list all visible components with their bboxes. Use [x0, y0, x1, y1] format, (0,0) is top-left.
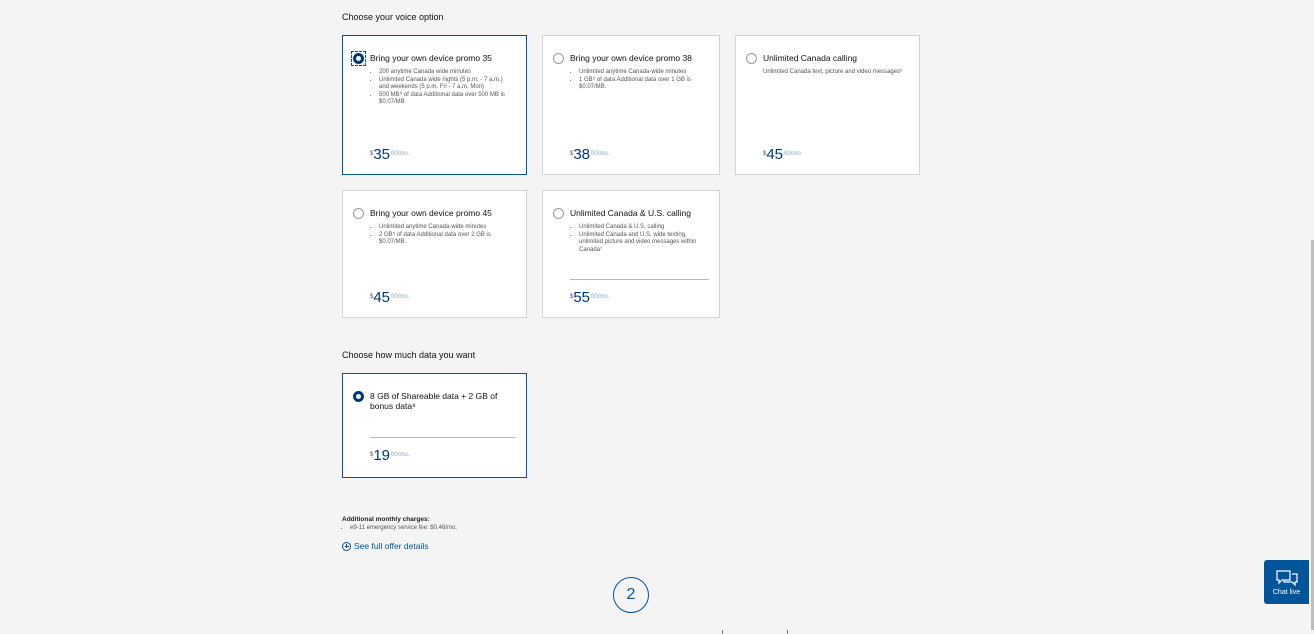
- plus-circle-icon: [342, 541, 351, 551]
- divider-mark: [787, 630, 788, 634]
- voice-option-radio[interactable]: [353, 208, 364, 219]
- voice-option-features: Unlimited anytime Canada-wide minutes 2 …: [371, 224, 512, 247]
- feature-item: 200 anytime Canada wide minutes: [379, 69, 512, 77]
- voice-option-features: Unlimited Canada & U.S. calling Unlimite…: [571, 224, 705, 254]
- feature-item: Unlimited Canada and U.S. wide texting, …: [579, 232, 705, 255]
- price-dollars: 35: [373, 146, 391, 163]
- scrollbar[interactable]: [1310, 0, 1314, 634]
- price-dollars: 45: [373, 289, 391, 306]
- price-dollars: 45: [766, 146, 784, 163]
- voice-option-price: $5500/mo.: [570, 290, 609, 305]
- data-section-title: Choose how much data you want: [342, 350, 476, 360]
- feature-item: 500 MB⁵ of data Additional data over 500…: [379, 92, 512, 107]
- price-dollars: 38: [573, 146, 591, 163]
- data-option-card[interactable]: 8 GB of Shareable data + 2 GB of bonus d…: [342, 373, 527, 478]
- price-dollars: 19: [373, 447, 391, 464]
- price-cents: 00/mo.: [391, 294, 410, 300]
- data-option-radio[interactable]: [353, 391, 364, 402]
- voice-option-card-promo-35[interactable]: Bring your own device promo 35 200 anyti…: [342, 35, 527, 175]
- feature-item: Unlimited anytime Canada-wide minutes: [579, 69, 705, 77]
- price-cents: 00/mo.: [391, 151, 410, 157]
- price-cents: 00/mo.: [591, 294, 610, 300]
- chat-live-label: Chat live: [1272, 588, 1301, 596]
- voice-option-price: $4500/mo.: [370, 290, 409, 305]
- voice-option-radio[interactable]: [746, 53, 757, 64]
- voice-option-radio[interactable]: [353, 53, 364, 64]
- voice-option-price: $4500/mo.: [763, 147, 802, 162]
- chat-bubble-icon: [1275, 569, 1298, 586]
- voice-option-features: 200 anytime Canada wide minutes Unlimite…: [371, 69, 512, 107]
- data-option-price: $1900/mo.: [370, 448, 409, 463]
- voice-section-title: Choose your voice option: [342, 12, 444, 22]
- see-offer-details-link[interactable]: See full offer details: [342, 541, 429, 551]
- voice-option-title: Bring your own device promo 38: [570, 53, 692, 63]
- step-number: 2: [626, 586, 636, 603]
- feature-item: Unlimited Canada wide nights (5 p.m. - 7…: [379, 77, 512, 92]
- voice-option-title: Unlimited Canada & U.S. calling: [570, 208, 691, 218]
- voice-option-radio[interactable]: [553, 53, 564, 64]
- voice-option-card-promo-45[interactable]: Bring your own device promo 45 Unlimited…: [342, 190, 527, 318]
- voice-option-title: Bring your own device promo 35: [370, 53, 492, 63]
- voice-option-title: Unlimited Canada calling: [763, 53, 858, 63]
- feature-item: 1 GB⁵ of data Additional data over 1 GB …: [579, 77, 705, 92]
- voice-option-title: Bring your own device promo 45: [370, 208, 492, 218]
- voice-option-radio[interactable]: [553, 208, 564, 219]
- voice-option-card-promo-38[interactable]: Bring your own device promo 38 Unlimited…: [542, 35, 720, 175]
- voice-option-price: $3500/mo.: [370, 147, 409, 162]
- feature-item: Unlimited anytime Canada-wide minutes: [379, 224, 512, 232]
- price-dollars: 55: [573, 289, 591, 306]
- price-cents: 00/mo.: [591, 151, 610, 157]
- feature-item: Unlimited Canada & U.S. calling: [579, 224, 705, 232]
- voice-option-description: Unlimited Canada text, picture and video…: [763, 69, 903, 75]
- charge-item: e9-11 emergency service fee: $0.46/mo.: [350, 525, 457, 531]
- card-divider: [370, 437, 516, 438]
- voice-option-card-unlimited-canada[interactable]: Unlimited Canada calling Unlimited Canad…: [735, 35, 920, 175]
- step-indicator: 2: [613, 577, 649, 613]
- divider-mark: [722, 630, 723, 634]
- chat-live-button[interactable]: Chat live: [1264, 560, 1309, 604]
- voice-option-price: $3800/mo.: [570, 147, 609, 162]
- additional-charges-title: Additional monthly charges:: [342, 516, 430, 523]
- feature-item: 2 GB⁵ of data Additional data over 2 GB …: [379, 232, 512, 247]
- voice-option-card-canada-us[interactable]: Unlimited Canada & U.S. calling Unlimite…: [542, 190, 720, 318]
- voice-option-features: Unlimited anytime Canada-wide minutes 1 …: [571, 69, 705, 92]
- price-cents: 00/mo.: [784, 151, 803, 157]
- offer-link-label: See full offer details: [354, 541, 429, 551]
- data-option-title: 8 GB of Shareable data + 2 GB of bonus d…: [370, 391, 498, 411]
- additional-charges-list: e9-11 emergency service fee: $0.46/mo.: [342, 525, 457, 531]
- card-divider: [570, 279, 709, 280]
- price-cents: 00/mo.: [391, 452, 410, 458]
